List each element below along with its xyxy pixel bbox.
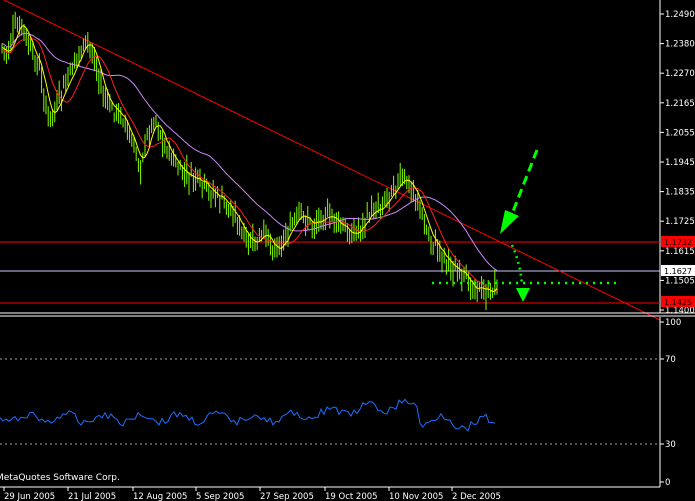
- time-tick-label: 12 Aug 2005: [133, 492, 187, 501]
- resistance-price-label: 1.1732: [661, 236, 695, 247]
- price-tick-label: 1.1725: [665, 217, 695, 227]
- oscillator-tick-label: 70: [665, 355, 676, 365]
- downtrend-line: [2, 0, 661, 321]
- price-tick-label: 1.1945: [665, 158, 695, 168]
- price-series: [1, 11, 498, 311]
- oscillator-tick-label: 100: [665, 318, 681, 328]
- support-price-text: 1.1425: [664, 298, 692, 307]
- oscillator-line: [0, 398, 496, 432]
- copyright-text: MetaQuotes Software Corp.: [0, 473, 120, 483]
- price-tick-label: 1.2270: [665, 69, 695, 79]
- oscillator-panel: 100 70 30 0 MetaQuotes Software Corp.: [0, 317, 681, 488]
- price-tick-label: 1.1400: [665, 306, 695, 316]
- time-tick-label: 10 Nov 2005: [389, 492, 443, 501]
- oscillator-tick-label: 30: [665, 440, 676, 450]
- current-price-label: 1.1627: [661, 265, 695, 276]
- support-price-label: 1.1425: [661, 296, 695, 307]
- price-tick-label: 1.1615: [665, 247, 695, 257]
- time-tick-label: 21 Jul 2005: [68, 492, 116, 501]
- time-tick-label: 27 Sep 2005: [260, 492, 314, 501]
- time-tick-label: 5 Sep 2005: [196, 492, 244, 501]
- green-dotted-arrow: [510, 244, 530, 302]
- time-axis: 29 Jun 2005 21 Jul 2005 12 Aug 2005 5 Sep 2…: [3, 487, 501, 501]
- price-tick-label: 1.1835: [665, 188, 695, 198]
- price-tick-label: 1.1505: [665, 276, 695, 286]
- price-tick-label: 1.2165: [665, 99, 695, 109]
- chart-window: 1.2490 1.2380 1.2270 1.2165 1.2055 1.1945 1.18…: [0, 0, 695, 501]
- oscillator-axis: 100 70 30 0: [660, 318, 681, 488]
- resistance-price-text: 1.1732: [664, 238, 692, 247]
- price-panel: 1.2490 1.2380 1.2270 1.2165 1.2055 1.1945 1.18…: [0, 0, 695, 321]
- current-price-text: 1.1627: [664, 267, 692, 276]
- price-tick-label: 1.2490: [665, 10, 695, 20]
- time-tick-label: 2 Dec 2005: [452, 492, 501, 501]
- ma-medium: [1, 38, 498, 292]
- price-tick-label: 1.2055: [665, 128, 695, 138]
- time-tick-label: 29 Jun 2005: [4, 492, 55, 501]
- price-tick-label: 1.2380: [665, 40, 695, 50]
- green-dashed-arrow: [500, 149, 539, 234]
- time-tick-label: 19 Oct 2005: [325, 492, 378, 501]
- oscillator-tick-label: 0: [665, 478, 670, 488]
